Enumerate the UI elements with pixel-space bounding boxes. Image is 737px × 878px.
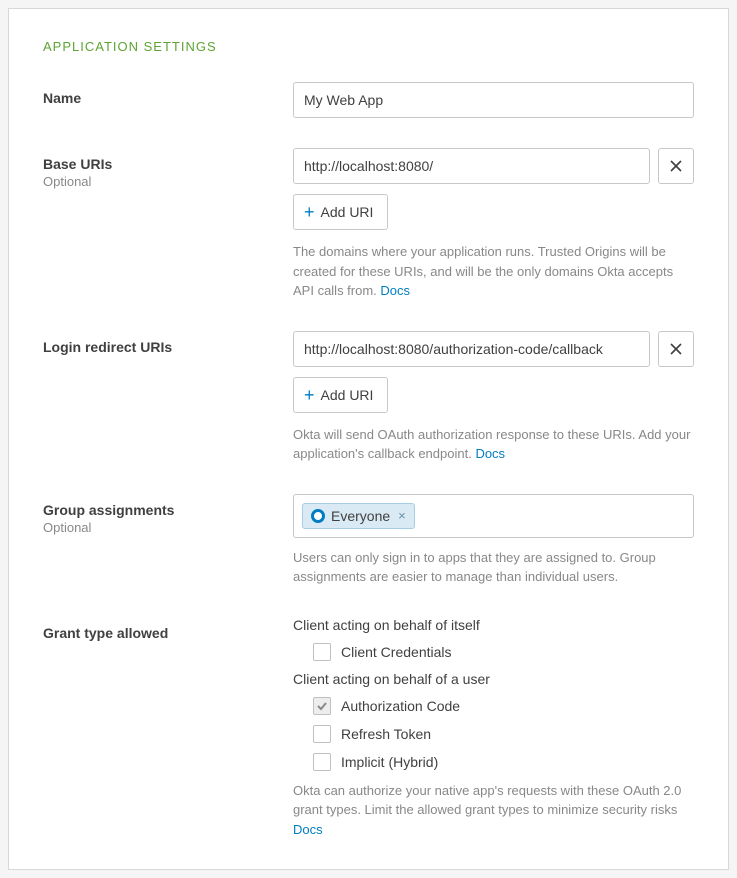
group-chip-label: Everyone — [331, 508, 390, 524]
add-login-redirect-uri-label: Add URI — [321, 387, 374, 403]
login-redirect-label: Login redirect URIs — [43, 339, 293, 355]
name-label: Name — [43, 90, 293, 106]
checkbox-client-credentials-row: Client Credentials — [313, 643, 694, 661]
plus-icon: + — [304, 386, 315, 404]
login-redirect-help: Okta will send OAuth authorization respo… — [293, 425, 694, 464]
checkbox-refresh-token-row: Refresh Token — [313, 725, 694, 743]
base-uris-help: The domains where your application runs.… — [293, 242, 694, 301]
check-icon — [316, 700, 328, 712]
close-icon — [670, 343, 682, 355]
refresh-token-label: Refresh Token — [341, 726, 431, 742]
group-assignments-help: Users can only sign in to apps that they… — [293, 548, 694, 587]
base-uris-docs-link[interactable]: Docs — [380, 283, 410, 298]
implicit-label: Implicit (Hybrid) — [341, 754, 438, 770]
checkbox-refresh-token[interactable] — [313, 725, 331, 743]
section-title: APPLICATION SETTINGS — [43, 39, 694, 54]
checkbox-implicit-row: Implicit (Hybrid) — [313, 753, 694, 771]
checkbox-authorization-code — [313, 697, 331, 715]
login-redirect-uri-input[interactable] — [293, 331, 650, 367]
grant-sub-itself: Client acting on behalf of itself — [293, 617, 694, 633]
base-uris-label: Base URIs — [43, 156, 293, 172]
group-chip: Everyone × — [302, 503, 415, 529]
row-base-uris: Base URIs Optional + Add URI The domains… — [43, 148, 694, 301]
grant-type-label: Grant type allowed — [43, 625, 293, 641]
authorization-code-label: Authorization Code — [341, 698, 460, 714]
checkbox-client-credentials[interactable] — [313, 643, 331, 661]
group-icon — [311, 509, 325, 523]
checkbox-authorization-code-row: Authorization Code — [313, 697, 694, 715]
remove-group-chip-button[interactable]: × — [396, 508, 406, 523]
row-name: Name — [43, 82, 694, 118]
group-assignments-label: Group assignments — [43, 502, 293, 518]
remove-login-redirect-uri-button[interactable] — [658, 331, 694, 367]
row-grant-type: Grant type allowed Client acting on beha… — [43, 617, 694, 840]
settings-panel: APPLICATION SETTINGS Name Base URIs Opti… — [8, 8, 729, 870]
grant-sub-user: Client acting on behalf of a user — [293, 671, 694, 687]
client-credentials-label: Client Credentials — [341, 644, 452, 660]
group-assignments-sublabel: Optional — [43, 520, 293, 535]
group-assignments-input[interactable]: Everyone × — [293, 494, 694, 538]
plus-icon: + — [304, 203, 315, 221]
login-redirect-uri-row — [293, 331, 694, 367]
add-login-redirect-uri-button[interactable]: + Add URI — [293, 377, 388, 413]
close-icon — [670, 160, 682, 172]
base-uri-row — [293, 148, 694, 184]
row-login-redirect-uris: Login redirect URIs + Add URI Okta will … — [43, 331, 694, 464]
login-redirect-docs-link[interactable]: Docs — [475, 446, 505, 461]
add-base-uri-button[interactable]: + Add URI — [293, 194, 388, 230]
add-base-uri-label: Add URI — [321, 204, 374, 220]
name-input[interactable] — [293, 82, 694, 118]
base-uri-input[interactable] — [293, 148, 650, 184]
remove-base-uri-button[interactable] — [658, 148, 694, 184]
checkbox-implicit[interactable] — [313, 753, 331, 771]
row-group-assignments: Group assignments Optional Everyone × Us… — [43, 494, 694, 587]
grant-type-docs-link[interactable]: Docs — [293, 822, 323, 837]
grant-type-help: Okta can authorize your native app's req… — [293, 781, 694, 840]
base-uris-sublabel: Optional — [43, 174, 293, 189]
